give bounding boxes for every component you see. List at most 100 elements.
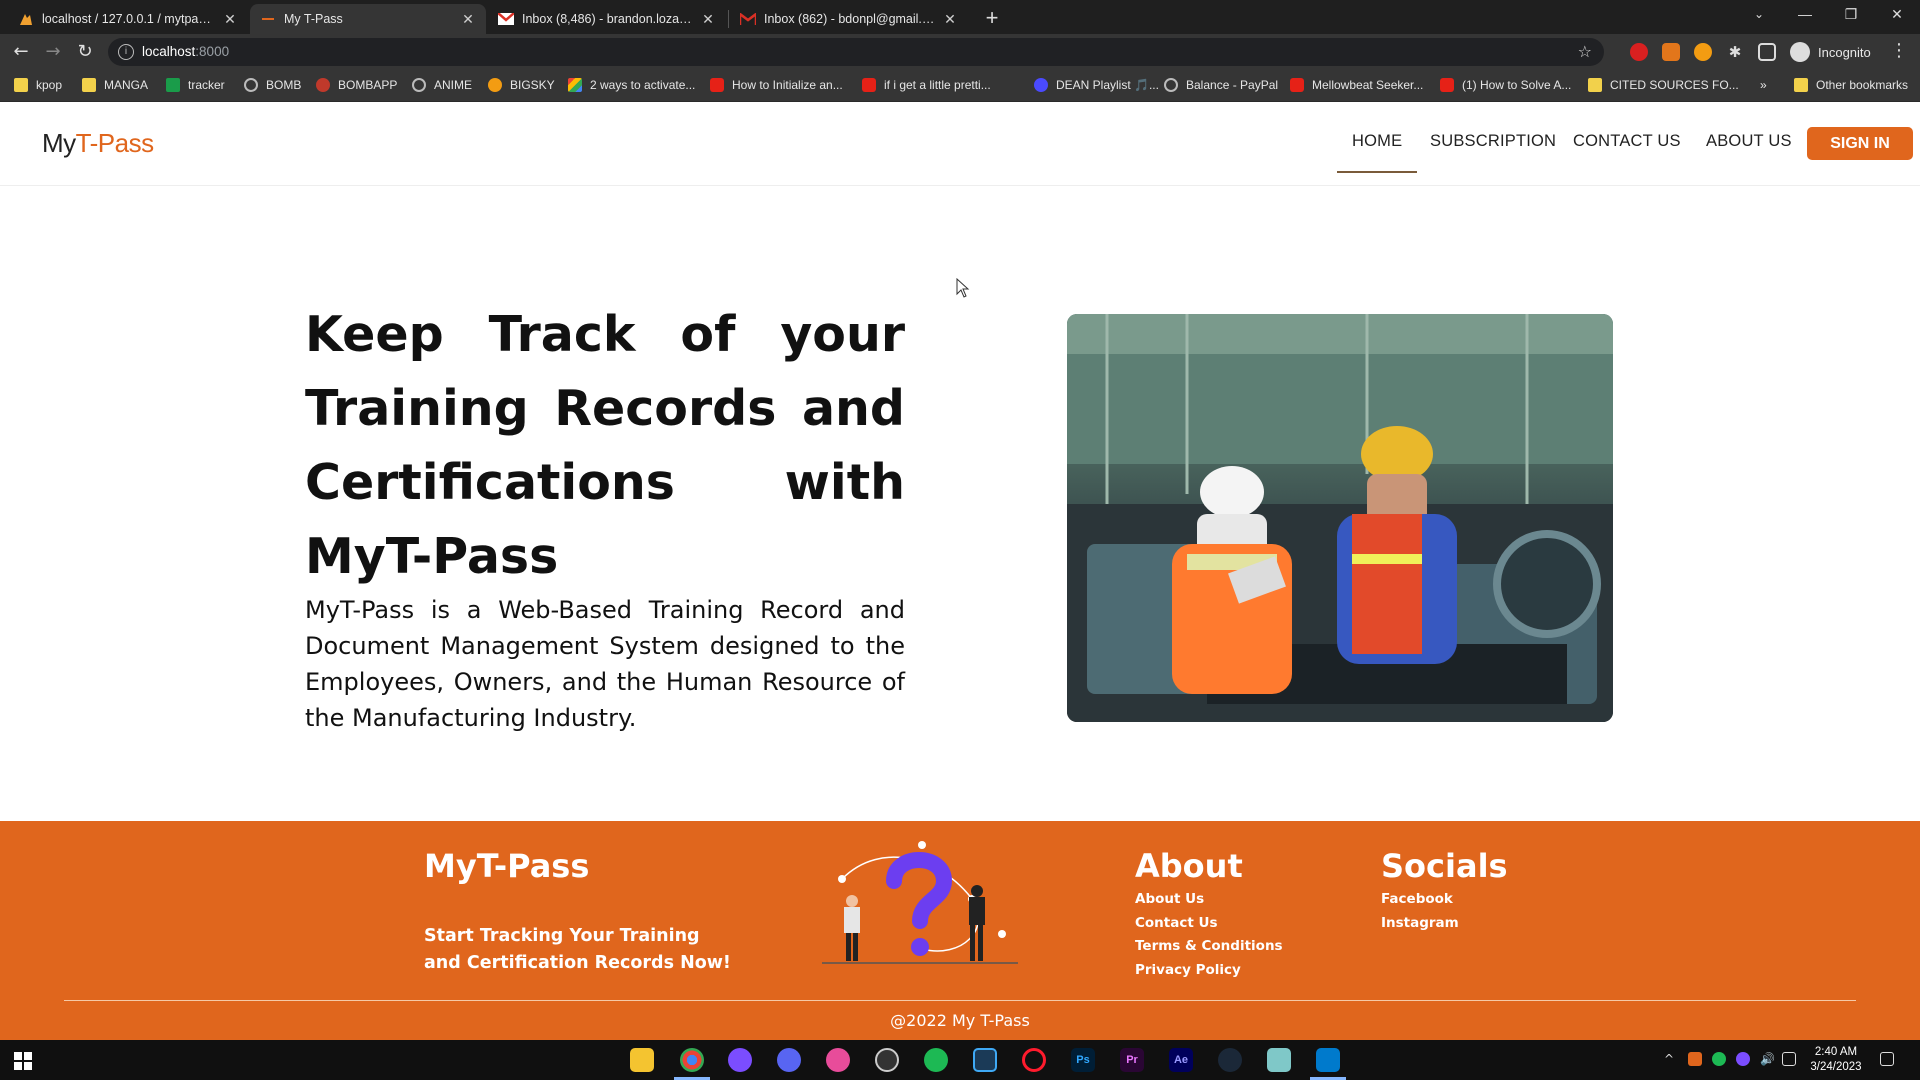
- address-bar[interactable]: i localhost:8000 ☆: [108, 38, 1604, 66]
- volume-icon[interactable]: 🔊: [1760, 1052, 1775, 1066]
- premiere-icon[interactable]: Pr: [1120, 1048, 1144, 1072]
- osu-icon[interactable]: [826, 1048, 850, 1072]
- hero-image-factory-workers: [1067, 314, 1613, 722]
- opera-icon[interactable]: [1022, 1048, 1046, 1072]
- site-info-icon[interactable]: i: [118, 44, 134, 60]
- footer-tagline: Start Tracking Your Training and Certifi…: [424, 926, 731, 973]
- bookmark-item[interactable]: DEAN Playlist 🎵...: [1034, 78, 1159, 92]
- bookmark-item[interactable]: MANGA: [82, 78, 148, 92]
- tab-search-icon[interactable]: ⌄: [1736, 0, 1782, 30]
- nav-subscription[interactable]: SUBSCRIPTION: [1430, 132, 1556, 151]
- site-navbar: MyT-Pass HOME SUBSCRIPTION CONTACT US AB…: [0, 102, 1920, 186]
- file-explorer-icon[interactable]: [630, 1048, 654, 1072]
- bigsky-icon: [488, 78, 502, 92]
- bookmark-item[interactable]: tracker: [166, 78, 225, 92]
- sign-in-button[interactable]: SIGN IN: [1807, 127, 1913, 160]
- nav-home[interactable]: HOME: [1336, 132, 1418, 173]
- bookmark-item[interactable]: if i get a little pretti...: [862, 78, 991, 92]
- close-tab-icon[interactable]: ✕: [222, 11, 238, 28]
- menu-kebab-icon[interactable]: ⋮: [1890, 40, 1908, 61]
- youtube-icon: [710, 78, 724, 92]
- bookmark-star-icon[interactable]: ☆: [1578, 42, 1592, 61]
- bookmark-item[interactable]: How to Initialize an...: [710, 78, 843, 92]
- windows-start-icon[interactable]: [14, 1052, 32, 1070]
- globe-icon: [244, 78, 258, 92]
- bookmark-item[interactable]: ANIME: [412, 78, 472, 92]
- close-tab-icon[interactable]: ✕: [942, 11, 958, 28]
- vegas-icon[interactable]: [973, 1048, 997, 1072]
- restore-button[interactable]: ❐: [1828, 0, 1874, 30]
- nav-about-us[interactable]: ABOUT US: [1706, 132, 1792, 151]
- footer-link-instagram[interactable]: Instagram: [1381, 915, 1459, 931]
- close-tab-icon[interactable]: ✕: [460, 11, 476, 28]
- close-tab-icon[interactable]: ✕: [700, 11, 716, 28]
- bookmark-item[interactable]: 2 ways to activate...: [568, 78, 695, 92]
- bookmark-item[interactable]: BOMB: [244, 78, 301, 92]
- spotify-icon[interactable]: [924, 1048, 948, 1072]
- footer-link-contact-us[interactable]: Contact Us: [1135, 915, 1218, 931]
- tab-title: localhost / 127.0.0.1 / mytpass / ...: [42, 12, 216, 26]
- vscode-icon[interactable]: [1310, 1048, 1346, 1080]
- bookmark-item[interactable]: BOMBAPP: [316, 78, 397, 92]
- footer-link-facebook[interactable]: Facebook: [1381, 891, 1453, 907]
- obs-icon[interactable]: [875, 1048, 899, 1072]
- extension-orange-icon[interactable]: [1694, 43, 1712, 61]
- footer-link-privacy[interactable]: Privacy Policy: [1135, 962, 1241, 978]
- tray-overflow-icon[interactable]: ^: [1664, 1052, 1678, 1066]
- globe-icon: [1164, 78, 1178, 92]
- forward-icon[interactable]: →: [40, 39, 66, 65]
- chrome-icon[interactable]: [674, 1048, 710, 1080]
- gmail-icon: [740, 11, 756, 27]
- youtube-icon: [862, 78, 876, 92]
- after-effects-icon[interactable]: Ae: [1169, 1048, 1193, 1072]
- tab-gmail-2[interactable]: Inbox (862) - bdonpl@gmail.com ✕: [730, 4, 968, 34]
- messenger-icon[interactable]: [728, 1048, 752, 1072]
- notepad-icon[interactable]: [1267, 1048, 1291, 1072]
- steam-icon[interactable]: [1218, 1048, 1242, 1072]
- extension-red-icon[interactable]: [1630, 43, 1648, 61]
- network-icon[interactable]: [1782, 1052, 1796, 1066]
- notifications-icon[interactable]: [1880, 1052, 1894, 1066]
- tab-my-t-pass[interactable]: My T-Pass ✕: [250, 4, 486, 34]
- footer-link-about-us[interactable]: About Us: [1135, 891, 1204, 907]
- footer-brand: MyT-Pass: [424, 847, 590, 885]
- photoshop-icon[interactable]: Ps: [1071, 1048, 1095, 1072]
- discord-icon[interactable]: [777, 1048, 801, 1072]
- close-window-button[interactable]: ✕: [1874, 0, 1920, 30]
- minimize-button[interactable]: —: [1782, 0, 1828, 30]
- bookmark-item[interactable]: Balance - PayPal: [1164, 78, 1278, 92]
- site-logo[interactable]: MyT-Pass: [42, 128, 154, 159]
- bookmarks-overflow-icon[interactable]: »: [1760, 78, 1767, 92]
- bookmark-item[interactable]: BIGSKY: [488, 78, 555, 92]
- side-panel-icon[interactable]: [1758, 43, 1776, 61]
- system-clock[interactable]: 2:40 AM 3/24/2023: [1806, 1045, 1866, 1075]
- extensions-puzzle-icon[interactable]: ✱: [1726, 43, 1744, 61]
- site-footer: MyT-Pass Start Tracking Your Training an…: [0, 821, 1920, 1040]
- tab-phpmyadmin[interactable]: localhost / 127.0.0.1 / mytpass / ... ✕: [8, 4, 248, 34]
- gmail-icon: [498, 11, 514, 27]
- back-icon[interactable]: ←: [8, 39, 34, 65]
- tray-spotify-icon[interactable]: [1712, 1052, 1726, 1066]
- tray-messenger-icon[interactable]: [1736, 1052, 1750, 1066]
- reload-icon[interactable]: ↻: [72, 39, 98, 65]
- bookmarks-bar: kpop MANGA tracker BOMB BOMBAPP ANIME BI…: [0, 70, 1920, 102]
- tray-app-icon[interactable]: [1688, 1052, 1702, 1066]
- footer-socials-heading: Socials: [1381, 847, 1508, 885]
- footer-link-terms[interactable]: Terms & Conditions: [1135, 938, 1283, 954]
- hero-title: Keep Track of your Training Records and …: [305, 306, 905, 585]
- address-url[interactable]: localhost:8000: [142, 44, 229, 59]
- folder-icon: [14, 78, 28, 92]
- incognito-icon: [1790, 42, 1810, 62]
- bookmark-item[interactable]: kpop: [14, 78, 62, 92]
- incognito-profile[interactable]: Incognito: [1790, 42, 1871, 62]
- metamask-icon[interactable]: [1662, 43, 1680, 61]
- bookmark-item[interactable]: (1) How to Solve A...: [1440, 78, 1571, 92]
- new-tab-button[interactable]: +: [978, 5, 1006, 33]
- tab-gmail-1[interactable]: Inbox (8,486) - brandon.lozano@... ✕: [488, 4, 726, 34]
- bookmark-item[interactable]: Mellowbeat Seeker...: [1290, 78, 1423, 92]
- other-bookmarks[interactable]: Other bookmarks: [1794, 78, 1908, 92]
- question-mark-illustration: [822, 841, 1018, 964]
- nav-contact-us[interactable]: CONTACT US: [1573, 132, 1681, 151]
- footer-about-heading: About: [1135, 847, 1243, 885]
- bookmark-item[interactable]: CITED SOURCES FO...: [1588, 78, 1739, 92]
